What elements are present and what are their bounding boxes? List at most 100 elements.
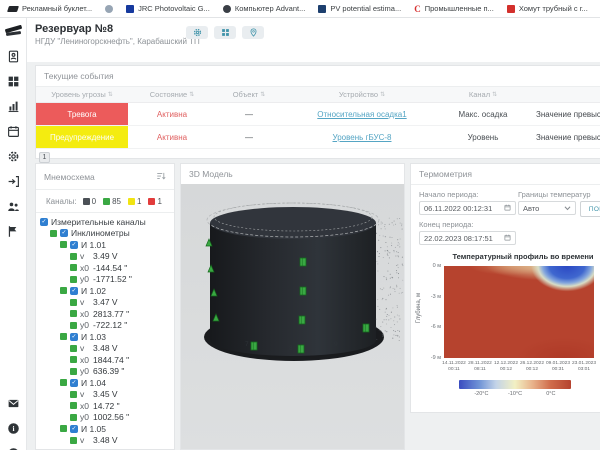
temp-bounds-label: Границы температур — [518, 190, 591, 199]
calendar-icon[interactable] — [504, 234, 511, 243]
tree-checkbox[interactable]: ✓ — [70, 241, 78, 249]
tree-row: ✓И 1.01 — [36, 239, 176, 251]
tree-row: ✓И 1.05 — [36, 423, 176, 435]
tree-value: 3.47 V — [93, 297, 118, 307]
bookmark-item[interactable]: CПромышленные п... — [414, 4, 494, 14]
sort-icon[interactable]: ⇅ — [492, 91, 497, 98]
contacts-icon[interactable] — [7, 50, 20, 63]
column-header-Устройство[interactable]: Устройство⇅ — [282, 87, 442, 102]
tank-3d-viewport[interactable]: 789 — [181, 184, 404, 449]
event-device-link[interactable]: Относительная осадка1 — [317, 110, 406, 119]
sensor-marker[interactable] — [299, 316, 305, 324]
x-tick-label: 28.11.2022 08:11 — [467, 361, 493, 373]
column-header-Объект[interactable]: Объект⇅ — [216, 87, 282, 102]
channel-status-icon — [70, 356, 77, 363]
calendar-icon[interactable] — [504, 204, 511, 213]
tree-item-label[interactable]: И 1.01 — [81, 240, 106, 250]
start-date-input[interactable]: 06.11.2022 00:12:31 — [419, 201, 516, 215]
tree-value-key: v — [80, 297, 93, 307]
bookmark-item[interactable] — [105, 5, 113, 13]
bookmark-item[interactable]: Компьютер Advant... — [223, 4, 306, 13]
column-header-Описание[interactable]: Описание⇅ — [524, 87, 600, 102]
reports-icon[interactable] — [7, 225, 20, 238]
tree-checkbox[interactable]: ✓ — [60, 229, 68, 237]
tank-top — [210, 207, 376, 239]
info-icon[interactable]: i — [7, 422, 20, 435]
channels-legend: Каналы: 08511 — [36, 190, 174, 213]
tree-checkbox[interactable]: ✓ — [70, 287, 78, 295]
settings-icon[interactable] — [7, 150, 20, 163]
sensor-marker[interactable] — [363, 324, 369, 332]
end-date-value: 22.02.2023 08:17:51 — [424, 234, 493, 243]
tree-checkbox[interactable]: ✓ — [70, 425, 78, 433]
sensor-marker[interactable] — [298, 345, 304, 353]
tree-row: y0636.39 " — [36, 366, 176, 378]
bookmark-item[interactable]: JRC Photovoltaic G... — [126, 4, 210, 13]
gear-button[interactable] — [186, 26, 208, 39]
sort-icon[interactable]: ⇅ — [189, 91, 194, 98]
bookmark-favicon-icon — [507, 5, 515, 13]
bookmark-item[interactable]: Хомут трубный с г... — [507, 4, 588, 13]
tree-item-label[interactable]: Инклинометры — [71, 228, 130, 238]
show-button[interactable]: ПОКАЗАТЬ — [580, 201, 600, 217]
column-header-Уровень угрозы[interactable]: Уровень угрозы⇅ — [36, 87, 128, 102]
event-description-cell: Значение превысило пороговое — [524, 126, 600, 148]
tree-checkbox[interactable]: ✓ — [70, 379, 78, 387]
location-button[interactable] — [242, 26, 264, 39]
pagination-page-1-button[interactable]: 1 — [39, 152, 50, 163]
grid-button[interactable] — [214, 26, 236, 39]
bookmark-label: Компьютер Advant... — [235, 4, 306, 13]
column-header-Состояние[interactable]: Состояние⇅ — [128, 87, 216, 102]
tree-row: ✓И 1.04 — [36, 377, 176, 389]
sort-icon[interactable]: ⇅ — [108, 91, 113, 98]
column-header-Канал[interactable]: Канал⇅ — [442, 87, 524, 102]
channel-status-icon — [70, 264, 77, 271]
tree-sort-icon[interactable] — [156, 171, 166, 183]
channel-status-icon — [70, 368, 77, 375]
users-icon[interactable] — [7, 200, 20, 213]
mail-icon[interactable] — [7, 397, 20, 410]
temperature-heatmap[interactable] — [444, 266, 594, 358]
end-date-input[interactable]: 22.02.2023 08:17:51 — [419, 231, 516, 245]
end-period-label: Конец периода: — [419, 220, 473, 229]
tree-checkbox[interactable]: ✓ — [70, 333, 78, 341]
tree-item-label[interactable]: И 1.05 — [81, 424, 106, 434]
channel-status-icon — [60, 333, 67, 340]
tree-row: v3.48 V — [36, 343, 176, 355]
start-date-value: 06.11.2022 00:12:31 — [424, 204, 492, 213]
bookmark-item[interactable]: PV potential estima... — [318, 4, 401, 13]
calendar-icon[interactable] — [7, 125, 20, 138]
events-panel-title: Текущие события — [44, 71, 114, 81]
tree-item-label[interactable]: И 1.04 — [81, 378, 106, 388]
bar-chart-icon[interactable] — [7, 100, 20, 113]
event-row: ТревогаАктивна—Относительная осадка1Макс… — [36, 103, 600, 126]
bookmark-item[interactable]: Рекламный буклет... — [8, 4, 92, 13]
temp-bounds-value: Авто — [523, 204, 539, 213]
dashboard-icon[interactable] — [7, 75, 20, 88]
sensor-marker[interactable] — [300, 287, 306, 295]
tree-checkbox[interactable]: ✓ — [40, 218, 48, 226]
tree-value: 2813.77 " — [93, 309, 129, 319]
page-header: Резервуар №8 НГДУ "Лениногорскнефть", Ка… — [27, 18, 600, 62]
sort-icon[interactable]: ⇅ — [260, 91, 265, 98]
sort-icon[interactable]: ⇅ — [380, 91, 385, 98]
tree-item-label[interactable]: И 1.03 — [81, 332, 106, 342]
events-table-header: Уровень угрозы⇅Состояние⇅Объект⇅Устройст… — [36, 87, 600, 103]
event-device-link[interactable]: Уровень гБУС-8 — [333, 133, 392, 142]
tree-value: -144.54 " — [93, 263, 127, 273]
logout-icon[interactable] — [7, 175, 20, 188]
bookmark-favicon-icon — [223, 5, 231, 13]
tree-item-label[interactable]: И 1.02 — [81, 286, 106, 296]
sensor-marker[interactable] — [300, 258, 306, 266]
colorbar-tick-label: 0°C — [546, 391, 555, 397]
tree-row: ✓И 1.03 — [36, 331, 176, 343]
temp-bounds-select[interactable]: Авто — [518, 201, 576, 215]
chart-x-axis: 14.11.2022 00:1128.11.2022 08:1112.12.20… — [441, 361, 597, 373]
app-logo-icon[interactable] — [0, 21, 27, 41]
channel-color-icon — [148, 198, 155, 205]
tree-item-label[interactable]: Измерительные каналы — [51, 217, 146, 227]
bookmark-favicon-icon — [318, 5, 326, 13]
sensor-marker[interactable] — [251, 342, 257, 350]
channel-status-icon — [60, 425, 67, 432]
mnemo-panel-title: Мнемосхема — [44, 172, 95, 182]
